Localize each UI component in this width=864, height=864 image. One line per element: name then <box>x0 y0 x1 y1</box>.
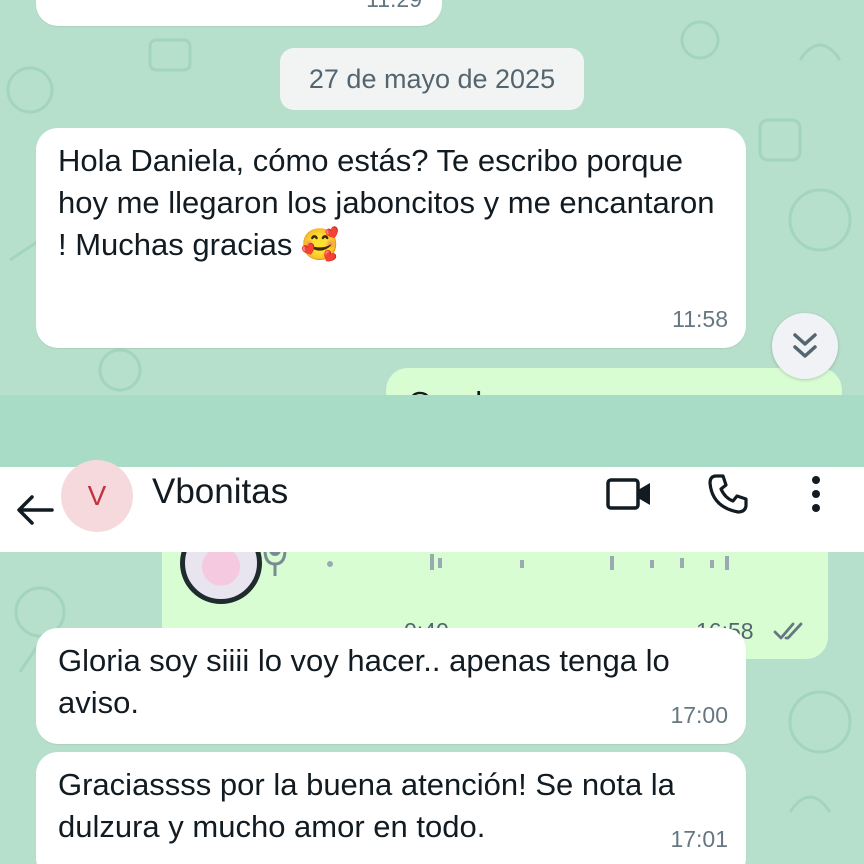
contact-avatar[interactable]: V <box>61 460 133 532</box>
chat-panel-top: 11:29 27 de mayo de 2025 Hola Daniela, c… <box>0 0 864 395</box>
audio-waveform <box>327 554 729 570</box>
message-time: 11:58 <box>672 306 728 332</box>
chat-panel-bottom: 0:40 16:58 Gloria soy siiii lo voy hacer… <box>0 552 864 864</box>
scroll-to-bottom-button[interactable] <box>772 313 838 379</box>
double-chevron-down-icon <box>793 333 817 358</box>
message-time: 11:29 <box>366 0 422 20</box>
message-text: Hola Daniela, cómo estás? Te escribo por… <box>58 143 715 262</box>
sender-thumbnail <box>180 552 262 604</box>
phone-call-icon[interactable] <box>707 473 749 515</box>
message-text: Graciassss por la buena atención! Se not… <box>58 767 675 844</box>
date-separator: 27 de mayo de 2025 <box>280 48 584 110</box>
message-text: Gloria soy siiii lo voy hacer.. apenas t… <box>58 643 670 720</box>
microphone-icon <box>263 552 287 576</box>
message-bubble-outgoing-partial[interactable]: Que buenoooooo <box>386 368 842 395</box>
message-bubble-incoming[interactable]: Graciassss por la buena atención! Se not… <box>36 752 746 864</box>
back-arrow-icon[interactable] <box>16 493 54 527</box>
message-bubble-incoming[interactable]: Hola Daniela, cómo estás? Te escribo por… <box>36 128 746 348</box>
double-check-icon <box>773 622 803 640</box>
message-text: Que buenoooooo <box>408 382 822 395</box>
more-options-icon[interactable] <box>804 475 828 513</box>
message-bubble-previous[interactable]: 11:29 <box>36 0 442 26</box>
message-bubble-incoming[interactable]: Gloria soy siiii lo voy hacer.. apenas t… <box>36 628 746 744</box>
screenshot-gap <box>0 395 864 467</box>
video-call-icon[interactable] <box>606 477 652 511</box>
contact-name[interactable]: Vbonitas <box>152 472 288 512</box>
message-time: 17:01 <box>670 826 728 852</box>
message-time: 17:00 <box>670 702 728 728</box>
